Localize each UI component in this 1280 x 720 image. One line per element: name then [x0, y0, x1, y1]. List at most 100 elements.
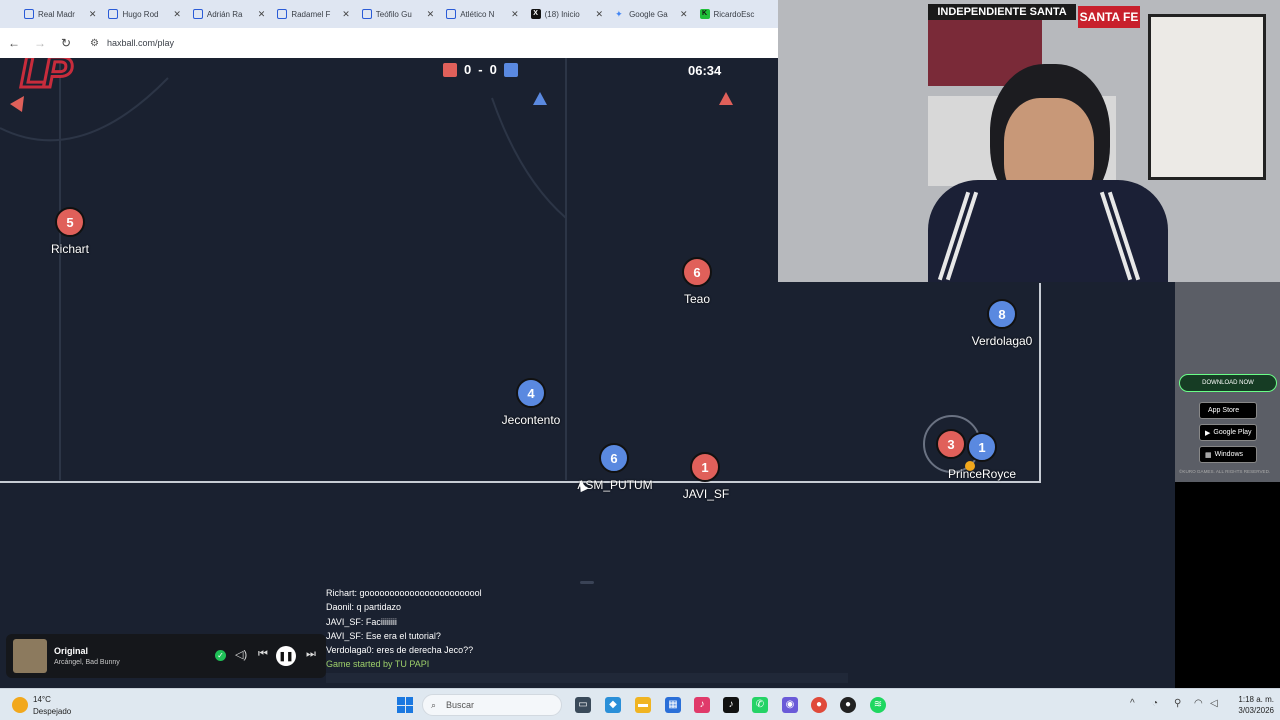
file-explorer-icon[interactable]: ▬	[635, 697, 651, 713]
player-disc: 4	[516, 378, 546, 408]
spotify-icon[interactable]: ≋	[870, 697, 886, 713]
address-bar: ← → ↻ ⚙ haxball.com/play	[0, 28, 778, 58]
speaker-icon[interactable]: ◁	[1210, 698, 1218, 709]
team-sign: SANTA FE	[1078, 6, 1140, 28]
discord-icon[interactable]: ◉	[782, 697, 798, 713]
player-disc: 5	[55, 207, 85, 237]
player-disc: 6	[599, 443, 629, 473]
search-placeholder: Buscar	[446, 700, 475, 710]
ad-download-label: DOWNLOAD NOW	[1202, 380, 1254, 386]
league-logo: LP	[18, 58, 73, 99]
red-team-marker	[719, 92, 733, 105]
advertisement[interactable]: DOWNLOAD NOW App Store ▶ Google Play ▦ Win…	[1175, 282, 1280, 688]
obs-icon[interactable]: ●	[840, 697, 856, 713]
framed-jersey	[1148, 14, 1266, 180]
url-field[interactable]: ⚙ haxball.com/play	[90, 38, 174, 49]
player-name: Jecontento	[501, 413, 561, 427]
close-icon[interactable]: ✕	[173, 9, 181, 20]
whatsapp-icon[interactable]: ✆	[752, 697, 768, 713]
page-icon	[361, 9, 372, 19]
ad-download-button[interactable]: DOWNLOAD NOW	[1179, 374, 1277, 392]
browser-tab[interactable]: ✦ Google Ga ✕	[609, 0, 693, 28]
store-label: App Store	[1208, 407, 1240, 414]
taskbar-search[interactable]: ⌕ Buscar	[422, 694, 562, 716]
browser-tab[interactable]: Hugo Rod ✕	[102, 0, 186, 28]
chat-message: JAVI_SF: Ese era el tutorial?	[326, 630, 441, 641]
tab-label: Atlético N	[460, 9, 495, 19]
player-disc: 1	[967, 432, 997, 462]
close-icon[interactable]: ✕	[342, 9, 350, 20]
chat-message: JAVI_SF: Faciiiiiiii	[326, 616, 397, 627]
player-disc: 3	[936, 429, 966, 459]
browser-tab[interactable]: Real Madr ✕	[18, 0, 102, 28]
wifi-icon[interactable]: ◠	[1194, 698, 1203, 709]
webcam-banner: INDEPENDIENTE SANTA	[928, 4, 1076, 20]
gemini-icon: ✦	[615, 9, 623, 19]
windows-start-icon[interactable]	[397, 697, 413, 713]
blue-team-marker	[533, 92, 547, 105]
chat-resize-handle[interactable]	[580, 581, 594, 584]
pause-button[interactable]: ❚❚	[276, 646, 296, 666]
chevron-up-icon[interactable]: ^	[1130, 698, 1135, 709]
store-icon[interactable]: ▦	[665, 697, 681, 713]
task-view-icon[interactable]: ▭	[575, 697, 591, 713]
close-icon[interactable]: ✕	[511, 9, 519, 20]
app-icon[interactable]: ♪	[694, 697, 710, 713]
webcam-feed: INDEPENDIENTE SANTA SANTA FE	[778, 0, 1280, 282]
tab-label: Teófilo Gu	[375, 9, 412, 19]
browser-tab[interactable]: X (18) Inicio ✕	[525, 0, 609, 28]
windows-icon: ▦	[1205, 451, 1212, 459]
back-icon[interactable]: ←	[8, 36, 20, 50]
chrome-icon[interactable]: ●	[811, 697, 827, 713]
clock-time: 1:18 a. m.	[1238, 695, 1274, 704]
weather-temperature[interactable]: 14°C	[33, 695, 51, 704]
next-icon[interactable]: ⏭	[306, 648, 316, 661]
player-disc: 6	[682, 257, 712, 287]
store-label: Google Play	[1213, 429, 1252, 436]
close-icon[interactable]: ✕	[427, 9, 435, 20]
tab-label: Google Ga	[629, 9, 668, 19]
windows-badge[interactable]: ▦ Windows	[1199, 446, 1257, 463]
close-icon[interactable]: ✕	[596, 9, 604, 20]
browser-tab[interactable]: Adrián Ra ✕	[187, 0, 271, 28]
chat-input[interactable]	[326, 673, 848, 683]
player-disc: 8	[987, 299, 1017, 329]
google-play-badge[interactable]: ▶ Google Play	[1199, 424, 1257, 441]
browser-tab[interactable]: K RicardoEsc	[694, 0, 778, 28]
network-icon[interactable]: ◔	[1152, 698, 1158, 709]
weather-description[interactable]: Despejado	[33, 707, 71, 716]
store-label: Windows	[1214, 451, 1244, 458]
reload-icon[interactable]: ↻	[60, 36, 72, 50]
chat-message: Daonil: q partidazo	[326, 602, 402, 613]
album-art	[13, 639, 47, 673]
screen: Real Madr ✕ Hugo Rod ✕ Adrián Ra ✕ Radamel …	[0, 0, 1280, 720]
tiktok-icon[interactable]: ♪	[723, 697, 739, 713]
previous-icon[interactable]: ⏮	[258, 648, 268, 661]
blue-team-color	[503, 62, 518, 77]
close-icon[interactable]: ✕	[680, 9, 688, 20]
browser-tab[interactable]: Atlético N ✕	[440, 0, 524, 28]
browser-tab[interactable]: Teófilo Gu ✕	[356, 0, 440, 28]
microphone-icon[interactable]: ⚲	[1174, 698, 1181, 709]
page-icon	[192, 9, 203, 19]
page-icon	[108, 9, 119, 19]
tab-label: (18) Inicio	[544, 9, 580, 19]
system-clock[interactable]: 1:18 a. m. 3/03/2026	[1238, 694, 1274, 716]
browser-tab-bar: Real Madr ✕ Hugo Rod ✕ Adrián Ra ✕ Radamel …	[0, 0, 778, 28]
system-message: Game started by TU PAPI	[326, 659, 430, 670]
browser-tab[interactable]: Radamel F ✕	[271, 0, 355, 28]
saved-check-icon[interactable]: ✓	[215, 650, 226, 661]
volume-icon[interactable]: ◁)	[235, 648, 247, 661]
player-name: Teao	[683, 292, 711, 306]
chat-log: Richart: goooooooooooooooooooooool Daoni…	[326, 586, 850, 672]
site-settings-icon[interactable]: ⚙	[90, 38, 99, 49]
game-timer: 06:34	[688, 63, 722, 78]
close-icon[interactable]: ✕	[258, 9, 266, 20]
copilot-icon[interactable]: ◆	[605, 697, 621, 713]
chat-message: Verdolaga0: eres de derecha Jeco??	[326, 645, 474, 656]
app-store-badge[interactable]: App Store	[1199, 402, 1257, 419]
weather-moon-icon[interactable]	[12, 697, 28, 713]
page-icon	[446, 9, 457, 19]
close-icon[interactable]: ✕	[89, 9, 97, 20]
forward-icon[interactable]: →	[34, 36, 46, 50]
